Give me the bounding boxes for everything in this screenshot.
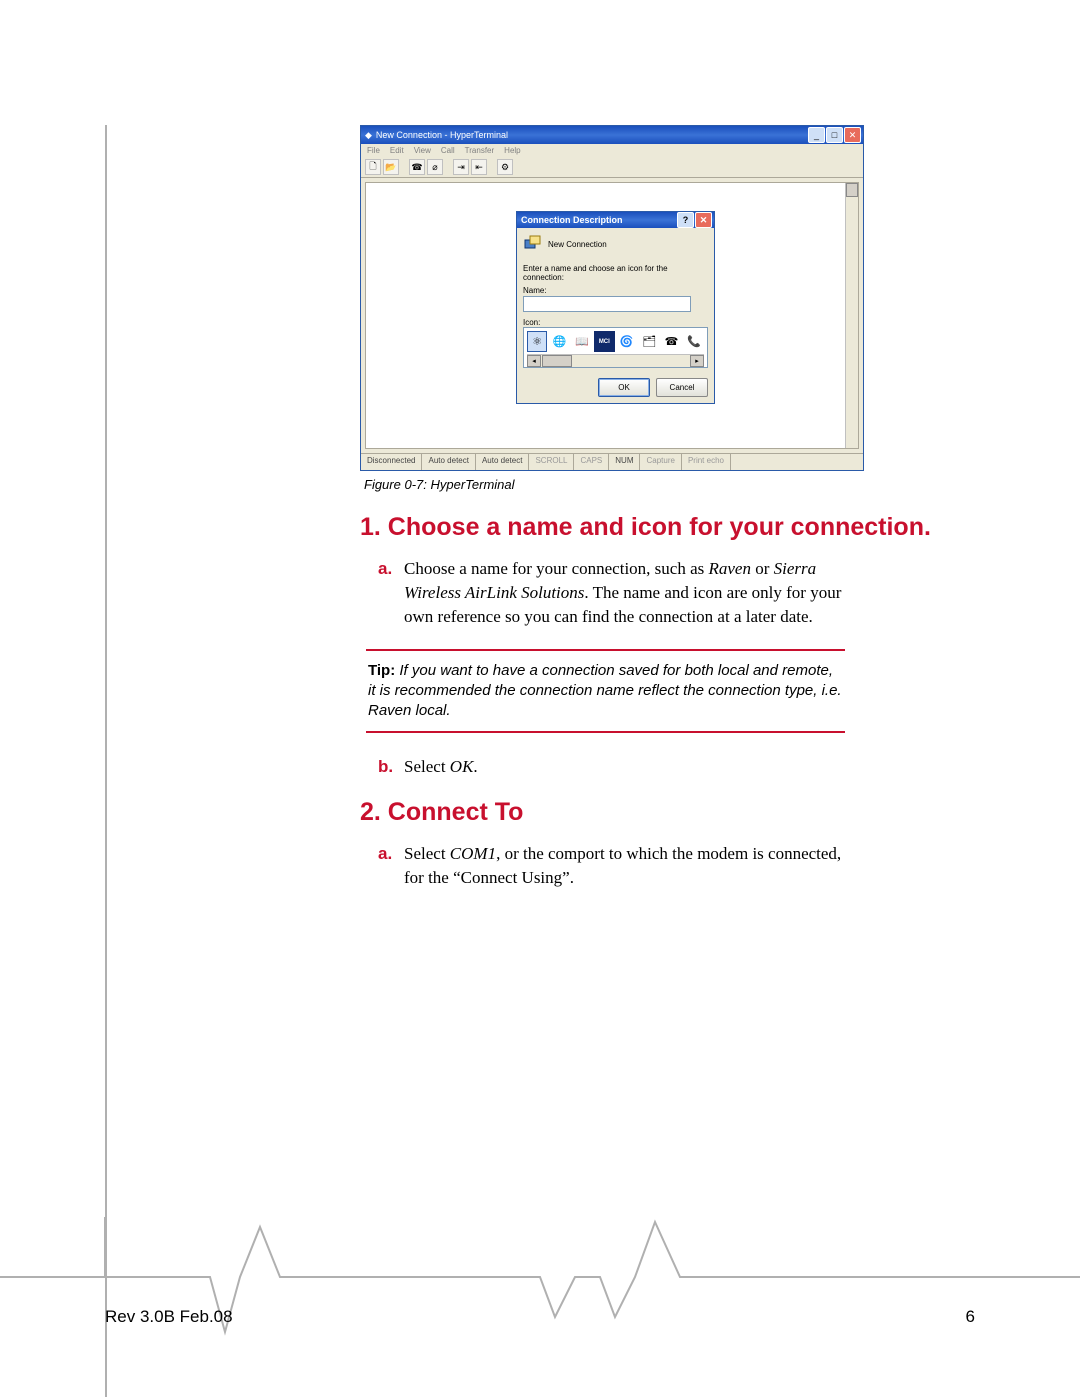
status-caps: CAPS — [574, 454, 609, 470]
step-1b: b. Select OK. — [378, 755, 858, 779]
name-label: Name: — [523, 286, 708, 295]
icon-label: Icon: — [523, 318, 708, 327]
new-connection-label: New Connection — [548, 240, 607, 249]
scrollbar-thumb[interactable] — [846, 183, 858, 197]
status-bar: Disconnected Auto detect Auto detect SCR… — [361, 453, 863, 470]
status-echo: Print echo — [682, 454, 731, 470]
text-fragment: Select — [404, 844, 450, 863]
footer-page-number: 6 — [966, 1307, 975, 1327]
status-scroll: SCROLL — [529, 454, 574, 470]
cancel-button[interactable]: Cancel — [656, 378, 708, 397]
dialog-close-button[interactable]: ✕ — [695, 212, 712, 228]
menu-view[interactable]: View — [414, 146, 431, 155]
tip-body: If you want to have a connection saved f… — [368, 662, 842, 720]
status-num: NUM — [609, 454, 640, 470]
content-column: ◆ New Connection - HyperTerminal _ □ ✕ F… — [360, 125, 980, 898]
document-page: ◆ New Connection - HyperTerminal _ □ ✕ F… — [0, 0, 1080, 1397]
hyperterminal-toolbar: 🗋 📂 ☎ ⌀ ⇥ ⇤ ⚙ — [361, 157, 863, 178]
step-2a: a. Select COM1, or the comport to which … — [378, 842, 858, 890]
step-text: Select OK. — [404, 755, 858, 779]
close-button[interactable]: ✕ — [844, 127, 861, 143]
icon-option-book[interactable]: 📖 — [572, 331, 592, 352]
maximize-button[interactable]: □ — [826, 127, 843, 143]
scroll-right-arrow[interactable]: ▸ — [690, 355, 704, 367]
dialog-prompt: Enter a name and choose an icon for the … — [523, 264, 708, 282]
toolbar-new-icon[interactable]: 🗋 — [365, 159, 381, 175]
icon-option-globe[interactable]: 🌐 — [549, 331, 569, 352]
left-margin-rule — [105, 125, 107, 1397]
status-capture: Capture — [640, 454, 681, 470]
hyperterminal-app-icon: ◆ — [365, 130, 372, 141]
ok-button[interactable]: OK — [598, 378, 650, 397]
toolbar-properties-icon[interactable]: ⚙ — [497, 159, 513, 175]
footer-revision: Rev 3.0B Feb.08 — [105, 1307, 233, 1327]
scrollbar-vertical[interactable] — [845, 183, 858, 448]
text-fragment-em: COM1 — [450, 844, 496, 863]
dialog-help-button[interactable]: ? — [677, 212, 694, 228]
hyperterminal-body: Connection Description ? ✕ — [361, 178, 863, 453]
text-fragment: Select — [404, 757, 450, 776]
scroll-left-arrow[interactable]: ◂ — [527, 355, 541, 367]
connection-description-dialog: Connection Description ? ✕ — [516, 211, 715, 404]
hyperterminal-menubar: File Edit View Call Transfer Help — [361, 144, 863, 157]
icon-option-mci[interactable]: MCI — [594, 331, 614, 352]
toolbar-hangup-icon[interactable]: ⌀ — [427, 159, 443, 175]
step-1a: a. Choose a name for your connection, su… — [378, 557, 858, 628]
icon-scrollbar[interactable]: ◂ ▸ — [527, 354, 704, 367]
status-detect2: Auto detect — [476, 454, 529, 470]
step-text: Choose a name for your connection, such … — [404, 557, 858, 628]
menu-call[interactable]: Call — [441, 146, 455, 155]
dialog-body: New Connection Enter a name and choose a… — [517, 228, 714, 403]
step-marker: b. — [378, 755, 404, 779]
icon-option-swirl[interactable]: 🌀 — [617, 331, 637, 352]
hyperterminal-titlebar: ◆ New Connection - HyperTerminal _ □ ✕ — [361, 126, 863, 144]
minimize-button[interactable]: _ — [808, 127, 825, 143]
step-marker: a. — [378, 557, 404, 628]
figure-caption: Figure 0-7: HyperTerminal — [364, 477, 980, 492]
step-text: Select COM1, or the comport to which the… — [404, 842, 858, 890]
menu-file[interactable]: File — [367, 146, 380, 155]
dialog-titlebar: Connection Description ? ✕ — [517, 212, 714, 228]
new-connection-icon — [523, 234, 543, 254]
step-marker: a. — [378, 842, 404, 890]
tip-label: Tip: — [368, 662, 399, 679]
icon-option-phone2[interactable]: 📞 — [684, 331, 704, 352]
tip-box: Tip: If you want to have a connection sa… — [366, 649, 845, 734]
hyperterminal-title: New Connection - HyperTerminal — [376, 130, 508, 140]
dialog-title: Connection Description — [521, 215, 623, 225]
scroll-thumb-h[interactable] — [542, 355, 572, 367]
icon-option-phone1[interactable]: ☎ — [661, 331, 681, 352]
heading-step1: 1. Choose a name and icon for your conne… — [360, 512, 980, 543]
status-connection: Disconnected — [361, 454, 422, 470]
heading-step2: 2. Connect To — [360, 797, 980, 828]
menu-help[interactable]: Help — [504, 146, 520, 155]
text-fragment: . — [473, 757, 477, 776]
icon-option-folder[interactable]: 🗂 — [639, 331, 659, 352]
icon-picker: ⚛ 🌐 📖 MCI 🌀 🗂 ☎ 📞 — [523, 327, 708, 368]
name-input[interactable] — [523, 296, 691, 312]
menu-transfer[interactable]: Transfer — [465, 146, 495, 155]
toolbar-call-icon[interactable]: ☎ — [409, 159, 425, 175]
toolbar-receive-icon[interactable]: ⇤ — [471, 159, 487, 175]
hyperterminal-window: ◆ New Connection - HyperTerminal _ □ ✕ F… — [360, 125, 864, 471]
text-fragment-em: OK — [450, 757, 474, 776]
text-fragment: Choose a name for your connection, such … — [404, 559, 709, 578]
toolbar-open-icon[interactable]: 📂 — [383, 159, 399, 175]
icon-option-atom[interactable]: ⚛ — [527, 331, 547, 352]
status-detect1: Auto detect — [422, 454, 475, 470]
text-fragment: or — [751, 559, 774, 578]
menu-edit[interactable]: Edit — [390, 146, 404, 155]
text-fragment-em: Raven — [709, 559, 751, 578]
terminal-area: Connection Description ? ✕ — [365, 182, 859, 449]
toolbar-send-icon[interactable]: ⇥ — [453, 159, 469, 175]
